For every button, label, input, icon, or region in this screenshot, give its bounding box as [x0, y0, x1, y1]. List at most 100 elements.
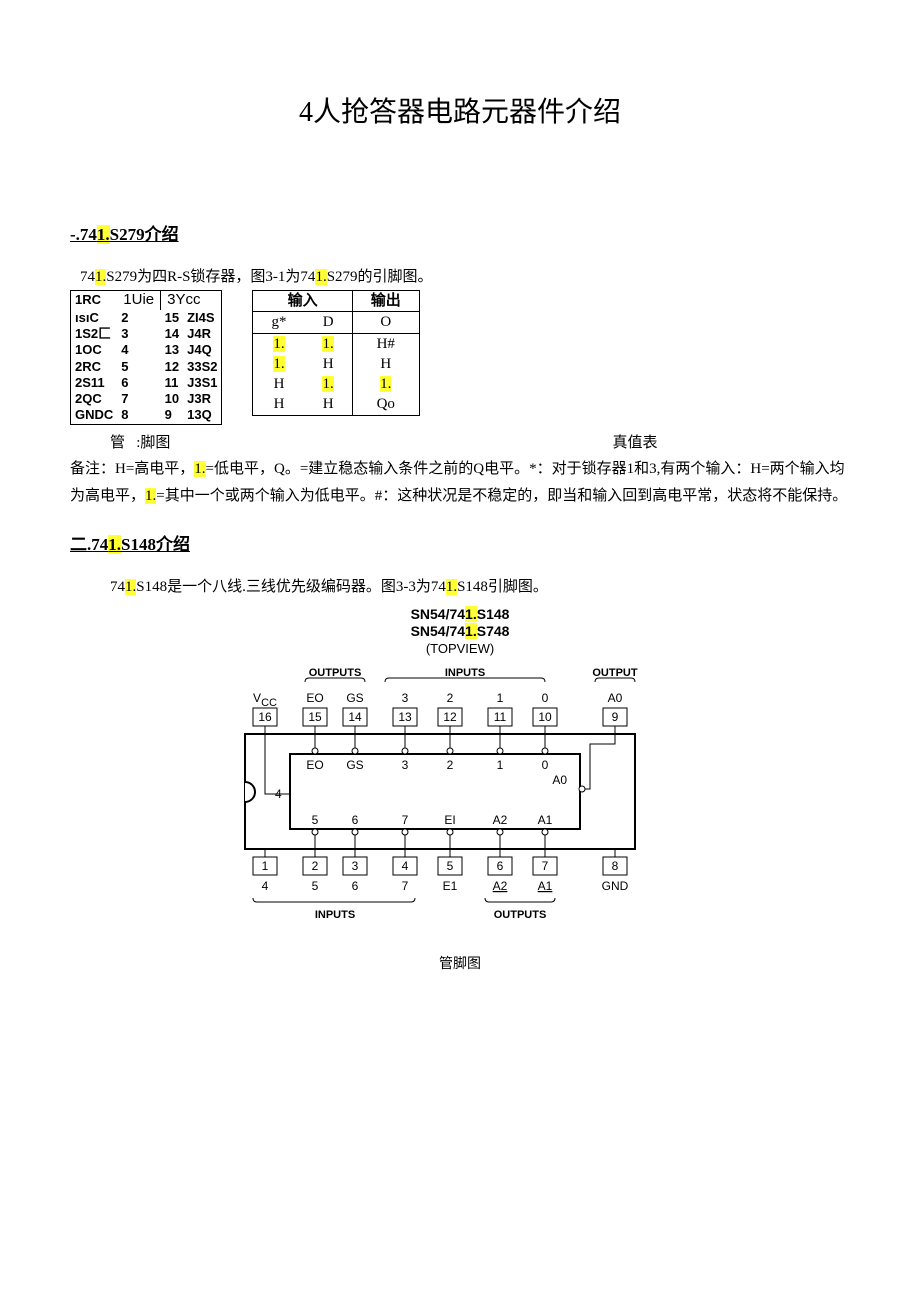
mid-0: 0	[542, 758, 549, 772]
chip-caption: 管脚图	[70, 953, 850, 973]
pin-r4-n2: 13	[161, 342, 183, 358]
truth-r2c: H	[352, 354, 419, 374]
mid-gs: GS	[346, 758, 363, 772]
page-title: 4人抢答器电路元器件介绍	[70, 90, 850, 130]
bn1: 1	[262, 859, 269, 873]
pin-r8-r: 13Q	[183, 407, 222, 424]
truth-h2: D	[304, 312, 352, 333]
truth-r2b: H	[304, 354, 352, 374]
top-1: 1	[497, 691, 504, 705]
cap-left-b: :脚图	[136, 435, 170, 451]
mb-a2: A2	[493, 813, 508, 827]
tables-row: 1RC1Uie3Ycc ısıC215ZI4S 1S2匚314J4R 1OC41…	[70, 290, 850, 425]
bn7: 7	[542, 859, 549, 873]
truth-r4c: Qo	[352, 394, 419, 415]
bot-a1: A1	[538, 879, 553, 893]
lbl-inputs-top: INPUTS	[445, 667, 485, 679]
mid-a0: A0	[552, 773, 567, 787]
bn4: 4	[402, 859, 409, 873]
top-0: 0	[542, 691, 549, 705]
lbl-inputs-bot: INPUTS	[315, 909, 355, 921]
top-gs: GS	[346, 691, 363, 705]
pin-r8-n1: 8	[117, 407, 160, 424]
s1-head-pre: -.74	[70, 225, 97, 244]
mid-eo: EO	[306, 758, 323, 772]
s1-head-hl: 1.	[97, 225, 110, 244]
s1-intro-a: 74	[80, 269, 95, 285]
ct2c: S748	[477, 623, 510, 639]
note-d: 1.	[145, 488, 156, 504]
mb-6: 6	[352, 813, 359, 827]
s1-intro-e: S279的引脚图。	[327, 269, 433, 285]
pin-r5-n2: 12	[161, 359, 183, 375]
pin-r6-n1: 6	[117, 375, 160, 391]
tn13: 13	[398, 710, 412, 724]
cap-left-a: 管	[110, 435, 125, 451]
truth-r1a: 1.	[273, 336, 284, 352]
ct1c: S148	[477, 606, 510, 622]
tn9: 9	[612, 710, 619, 724]
pin-r5-r: 33S2	[183, 359, 222, 375]
mb-a1: A1	[538, 813, 553, 827]
chip-title-1: SN54/741.S148	[70, 606, 850, 624]
pin-r7-n1: 7	[117, 391, 160, 407]
truth-r4b: H	[304, 394, 352, 415]
bn8: 8	[612, 859, 619, 873]
pin-r1-l: 1RC	[71, 291, 118, 310]
pin-r2-n2: 15	[161, 310, 183, 326]
s1-intro-b: 1.	[95, 269, 106, 285]
vcc: V	[253, 691, 261, 705]
truth-h1: g*	[253, 312, 305, 333]
pin-r6-r: J3S1	[183, 375, 222, 391]
chip-subtitle: (TOPVIEW)	[70, 641, 850, 656]
pin-r4-n1: 4	[117, 342, 160, 358]
s2-intro-b: 1.	[125, 579, 136, 595]
pin-r3-l: 1S2匚	[71, 326, 118, 342]
top-a0: A0	[608, 691, 623, 705]
svg-text:VCC: VCC	[253, 691, 277, 709]
s2-head-post: S148介绍	[121, 535, 190, 554]
pin-r8-n2: 9	[161, 407, 183, 424]
ct1a: SN54/74	[411, 606, 465, 622]
s1-intro: 741.S279为四R-S锁存器，图3-1为741.S279的引脚图。	[80, 265, 850, 286]
tn11: 11	[494, 710, 507, 724]
bot-a2: A2	[493, 879, 508, 893]
pin-r4-r: J4Q	[183, 342, 222, 358]
pin-r2-n1: 2	[117, 310, 160, 326]
bot-6: 6	[352, 879, 359, 893]
caption-pin: 管 :脚图	[70, 431, 420, 452]
lbl-outputs-bot: OUTPUTS	[494, 909, 547, 921]
pin-r1-c1: 1Uie	[117, 291, 160, 310]
bot-4: 4	[262, 879, 269, 893]
mid-1: 1	[497, 758, 504, 772]
note-b: 1.	[194, 461, 205, 477]
bn3: 3	[352, 859, 359, 873]
chip-block: SN54/741.S148 SN54/741.S748 (TOPVIEW) OU…	[70, 606, 850, 973]
s1-intro-d: 1.	[315, 269, 326, 285]
pin-r3-n1: 3	[117, 326, 160, 342]
note-a: 备注：H=高电平，	[70, 461, 194, 477]
tn15: 15	[308, 710, 322, 724]
caption-truth: 真值表	[420, 431, 850, 452]
truth-r3c: 1.	[380, 376, 391, 392]
chip-diagram: OUTPUTS INPUTS OUTPUT VCC EO GS 3 2 1 0 …	[225, 664, 695, 934]
bot-e1: E1	[443, 879, 458, 893]
pin-r6-n2: 11	[161, 375, 183, 391]
note-e: =其中一个或两个输入为低电平。#：这种状况是不稳定的，即当和输入回到高电平常，状…	[156, 488, 847, 504]
s2-intro-a: 74	[110, 579, 125, 595]
pin-r5-n1: 5	[117, 359, 160, 375]
tn10: 10	[538, 710, 552, 724]
mb-5: 5	[312, 813, 319, 827]
s1-intro-c: S279为四R-S锁存器，图3-1为74	[106, 269, 315, 285]
truth-h3: O	[352, 312, 419, 333]
mid-3: 3	[402, 758, 409, 772]
s2-intro-e: S148引脚图。	[457, 579, 548, 595]
truth-r3a: H	[253, 374, 305, 394]
caption-row-1: 管 :脚图 真值表	[70, 431, 850, 452]
tn16: 16	[258, 710, 272, 724]
truth-table: 输入 输出 g* D O 1. 1. H# 1. H H H 1. 1. H H…	[252, 290, 419, 416]
mid-4: 4	[275, 787, 282, 801]
mb-ei: EI	[444, 813, 455, 827]
bn2: 2	[312, 859, 319, 873]
top-3: 3	[402, 691, 409, 705]
